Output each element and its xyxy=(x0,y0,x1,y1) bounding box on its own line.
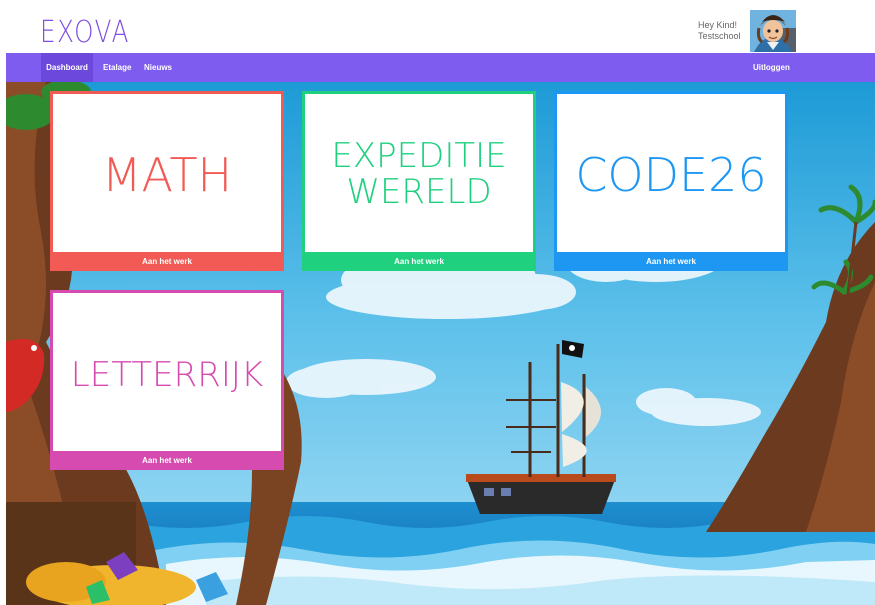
math-logo-icon: MATH xyxy=(102,148,232,202)
code26-logo-area: CODE26 xyxy=(554,91,788,251)
letterrijk-logo-icon: LETTERRIJK xyxy=(71,355,263,395)
card-expeditie-wereld[interactable]: EXPEDITIE WERELD Aan het werk xyxy=(302,91,536,271)
card-code26[interactable]: CODE26 Aan het werk xyxy=(554,91,788,271)
pirate-avatar-image xyxy=(750,10,796,52)
logout-link[interactable]: Uitloggen xyxy=(753,53,790,82)
main-nav: Dashboard Etalage Nieuws Uitloggen xyxy=(6,53,875,82)
greeting-text: Hey Kind! xyxy=(698,20,738,30)
letterrijk-title: LETTERRIJK xyxy=(71,355,263,395)
letterrijk-logo-area: LETTERRIJK xyxy=(50,290,284,450)
code26-logo-icon: CODE26 xyxy=(575,148,766,202)
code26-title: CODE26 xyxy=(575,148,766,202)
math-title: MATH xyxy=(102,148,232,202)
top-header: EXOVA Hey Kind! Testschool xyxy=(0,0,875,53)
pirate-avatar[interactable] xyxy=(750,10,796,52)
expeditie-title-line2: WERELD xyxy=(346,172,491,212)
user-greeting: Hey Kind! Testschool xyxy=(698,20,741,42)
nav-dashboard[interactable]: Dashboard xyxy=(41,53,93,82)
code26-action-button[interactable]: Aan het werk xyxy=(554,252,788,271)
expeditie-action-button[interactable]: Aan het werk xyxy=(302,252,536,271)
school-name: Testschool xyxy=(698,31,741,41)
math-action-button[interactable]: Aan het werk xyxy=(50,252,284,271)
expeditie-logo-area: EXPEDITIE WERELD xyxy=(302,91,536,251)
letterrijk-action-button[interactable]: Aan het werk xyxy=(50,451,284,470)
expeditie-logo-icon: EXPEDITIE WERELD xyxy=(331,136,506,212)
nav-nieuws[interactable]: Nieuws xyxy=(144,53,172,82)
card-letterrijk[interactable]: LETTERRIJK Aan het werk xyxy=(50,290,284,470)
math-logo-area: MATH xyxy=(50,91,284,251)
expeditie-title-line1: EXPEDITIE xyxy=(331,136,506,176)
exova-logo[interactable]: EXOVA xyxy=(40,13,130,53)
card-math[interactable]: MATH Aan het werk xyxy=(50,91,284,271)
nav-etalage[interactable]: Etalage xyxy=(103,53,131,82)
